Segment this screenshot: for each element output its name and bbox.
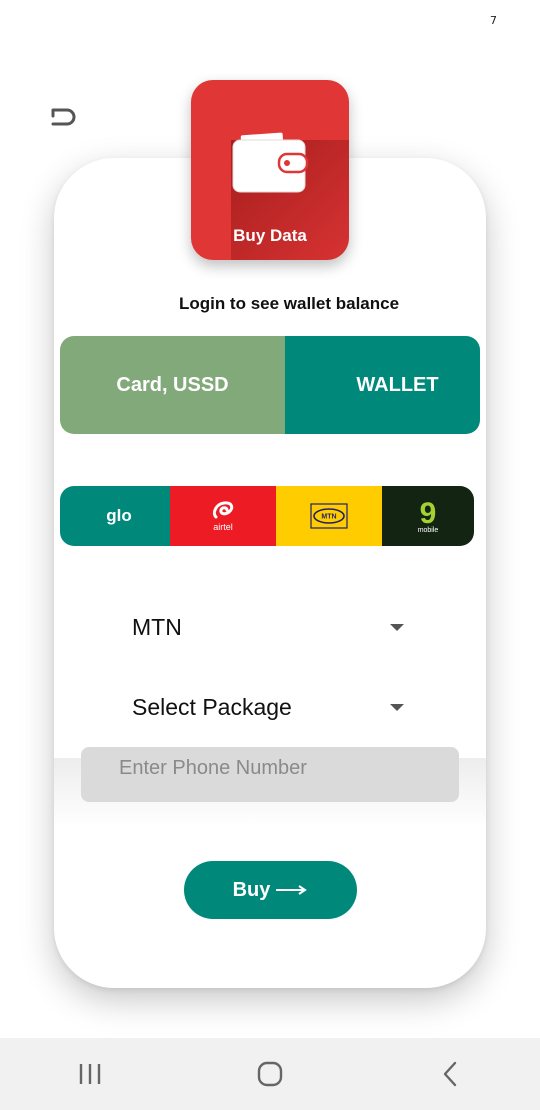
glo-logo: glo [106, 506, 132, 525]
buy-data-tile: Buy Data [191, 80, 349, 260]
package-dropdown[interactable]: Select Package [132, 687, 412, 727]
recent-apps-icon [79, 1064, 101, 1084]
dropdown-arrow-icon [390, 703, 404, 711]
9mobile-label: mobile [417, 526, 439, 534]
mtn-logo-icon: MTN [310, 503, 348, 529]
system-back-button[interactable] [420, 1049, 480, 1099]
airtel-label: airtel [213, 521, 233, 532]
wallet-icon [232, 132, 309, 193]
arrow-right-icon [276, 885, 308, 895]
back-button[interactable] [44, 104, 80, 134]
airtel-option[interactable]: airtel [170, 486, 276, 546]
undo-icon [51, 108, 76, 126]
payment-method-toggle: Card, USSD WALLET [60, 336, 480, 434]
buy-button-label: Buy [232, 878, 271, 901]
recent-apps-button[interactable] [60, 1049, 120, 1099]
network-dropdown-value: MTN [132, 613, 182, 640]
network-dropdown[interactable]: MTN [132, 607, 412, 647]
package-dropdown-value: Select Package [132, 693, 292, 720]
home-button[interactable] [240, 1049, 300, 1099]
system-navigation-bar [0, 1038, 540, 1110]
dropdown-arrow-icon [390, 623, 404, 631]
airtel-logo-icon [212, 500, 234, 518]
login-prompt[interactable]: Login to see wallet balance [0, 294, 540, 314]
chevron-left-icon [443, 1061, 457, 1087]
buy-button[interactable]: Buy [184, 861, 357, 919]
9mobile-option[interactable]: 9 mobile [382, 486, 474, 546]
mtn-logo-text: MTN [321, 514, 336, 521]
wallet-option[interactable]: WALLET [285, 336, 480, 434]
home-icon [257, 1061, 283, 1087]
status-indicator: 7 [490, 14, 497, 27]
network-selector: glo airtel MTN 9 mobile [60, 486, 474, 546]
phone-number-input[interactable] [81, 747, 459, 802]
tile-label: Buy Data [233, 226, 307, 245]
glo-option[interactable]: glo [60, 486, 170, 546]
9mobile-logo: 9 [419, 496, 437, 530]
mtn-option[interactable]: MTN [276, 486, 382, 546]
card-ussd-option[interactable]: Card, USSD [60, 336, 285, 434]
